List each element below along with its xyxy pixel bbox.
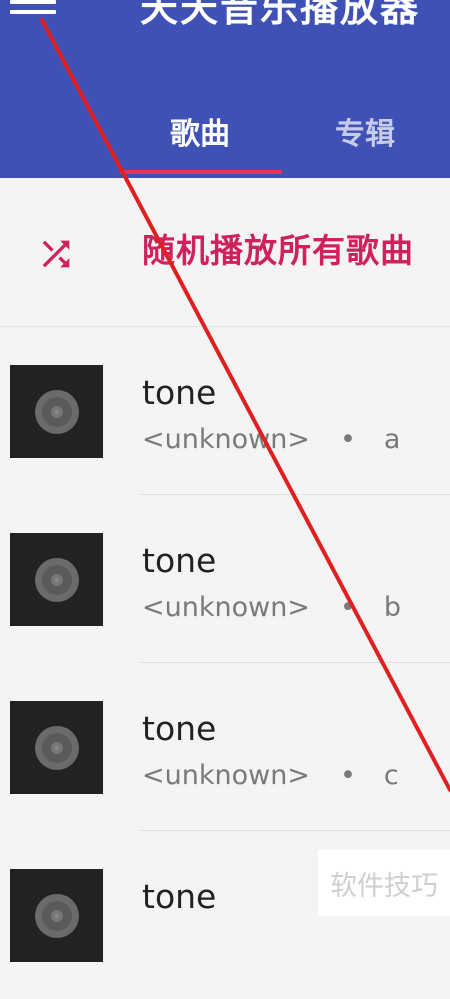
shuffle-icon: [42, 240, 70, 268]
song-title: tone: [142, 541, 217, 580]
song-album: a: [383, 424, 401, 455]
song-list-item[interactable]: tone <unknown> • a: [0, 327, 450, 495]
song-subtitle: <unknown> • a: [142, 422, 400, 458]
tab-bar: 歌曲 专辑: [0, 84, 450, 178]
song-title: tone: [142, 373, 217, 412]
tab-songs[interactable]: 歌曲: [120, 84, 280, 178]
song-artist: <unknown>: [142, 592, 310, 623]
shuffle-all-button[interactable]: 随机播放所有歌曲: [0, 178, 450, 327]
song-artist: <unknown>: [142, 424, 310, 455]
separator-dot: •: [339, 760, 356, 791]
separator-dot: •: [339, 592, 356, 623]
song-title: tone: [142, 877, 217, 916]
app-bar: 天天音乐播放器 歌曲 专辑: [0, 0, 450, 178]
app-title: 天天音乐播放器: [140, 0, 421, 30]
shuffle-all-label: 随机播放所有歌曲: [142, 231, 414, 270]
song-subtitle: <unknown> • c: [142, 758, 399, 794]
song-artist: <unknown>: [142, 760, 310, 791]
song-title: tone: [142, 709, 217, 748]
song-subtitle: <unknown> • b: [142, 590, 401, 626]
song-list-item[interactable]: tone <unknown> • b: [0, 495, 450, 663]
song-album: c: [383, 760, 399, 791]
vinyl-record-icon: [10, 533, 103, 626]
hamburger-menu-icon[interactable]: [10, 0, 62, 26]
tab-albums[interactable]: 专辑: [300, 84, 430, 178]
song-album: b: [383, 592, 402, 623]
vinyl-record-icon: [10, 365, 103, 458]
watermark: 软件技巧: [318, 850, 450, 916]
tab-indicator: [120, 170, 282, 174]
song-list-item[interactable]: tone <unknown> • c: [0, 663, 450, 831]
separator-dot: •: [339, 424, 356, 455]
vinyl-record-icon: [10, 701, 103, 794]
